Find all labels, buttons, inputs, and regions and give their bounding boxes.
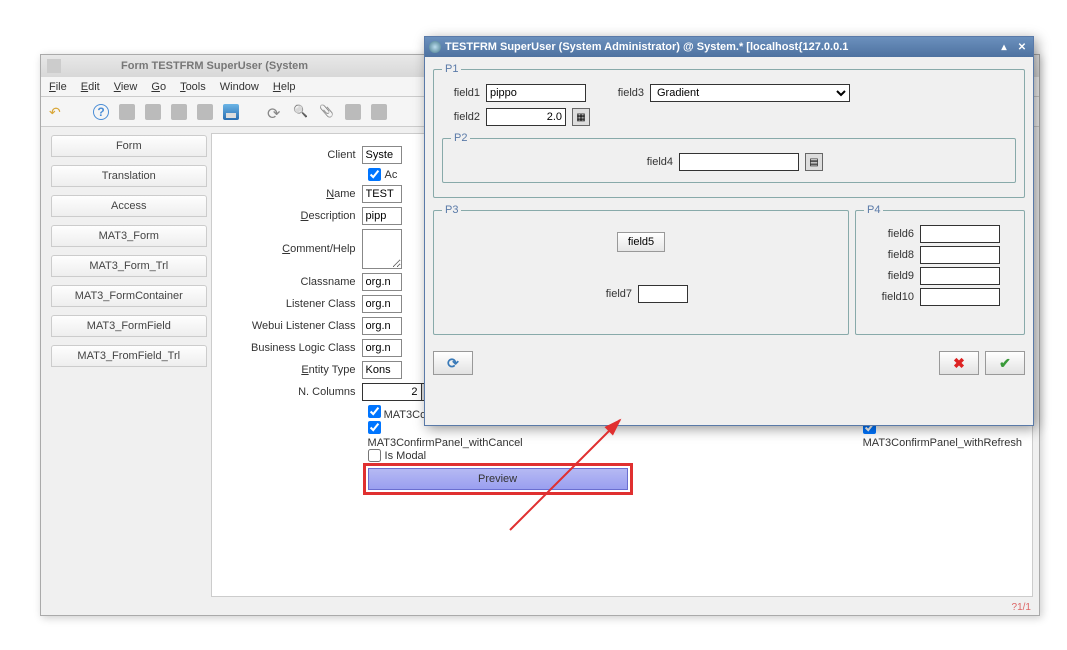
webui-listener-field[interactable] (362, 317, 402, 335)
field4-label: field4 (635, 156, 673, 168)
business-logic-label: Business Logic Class (222, 342, 362, 354)
p4-group: P4 field6 field8 field9 field10 (855, 204, 1025, 335)
menu-file[interactable]: File (49, 81, 67, 93)
field9-input[interactable] (920, 267, 1000, 285)
sidebar-item-mat3-formfield[interactable]: MAT3_FormField (51, 315, 207, 337)
field10-label: field10 (864, 291, 914, 303)
attachment-icon[interactable] (319, 104, 335, 120)
ok-button[interactable] (985, 351, 1025, 375)
undo-icon[interactable] (49, 104, 65, 120)
copy-icon[interactable] (145, 104, 161, 120)
field8-label: field8 (864, 249, 914, 261)
field8-input[interactable] (920, 246, 1000, 264)
webui-listener-label: Webui Listener Class (222, 320, 362, 332)
entity-type-label: Entity Type (222, 364, 362, 376)
menu-view[interactable]: View (114, 81, 138, 93)
confirm-panel-cancel-checkbox[interactable] (368, 421, 381, 434)
comment-field[interactable] (362, 229, 402, 269)
field3-label: field3 (606, 87, 644, 99)
entity-type-field[interactable] (362, 361, 402, 379)
rollup-icon[interactable]: ▴ (997, 40, 1011, 54)
p4-legend: P4 (864, 204, 883, 216)
p3-legend: P3 (442, 204, 461, 216)
field10-input[interactable] (920, 288, 1000, 306)
delete-icon[interactable] (171, 104, 187, 120)
field1-label: field1 (442, 87, 480, 99)
description-label: Description (222, 210, 362, 222)
ncolumns-label: N. Columns (222, 386, 362, 398)
name-field[interactable] (362, 185, 402, 203)
search-icon[interactable] (293, 104, 309, 120)
listener-label: Listener Class (222, 298, 362, 310)
calc-icon[interactable]: ▦ (572, 108, 590, 126)
preview-popup: TESTFRM SuperUser (System Administrator)… (424, 36, 1034, 426)
ncolumns-field[interactable] (362, 383, 422, 401)
lookup-icon[interactable]: ▤ (805, 153, 823, 171)
field9-label: field9 (864, 270, 914, 282)
sidebar: Form Translation Access MAT3_Form MAT3_F… (41, 127, 211, 597)
listener-field[interactable] (362, 295, 402, 313)
classname-label: Classname (222, 276, 362, 288)
is-modal-checkbox[interactable] (368, 449, 381, 462)
cancel-button[interactable] (939, 351, 979, 375)
confirm-panel-cancel-label: MAT3ConfirmPanel_withCancel (368, 437, 523, 449)
comment-label: Comment/Help (222, 243, 362, 255)
field5-button[interactable]: field5 (617, 232, 665, 252)
refresh-button[interactable] (433, 351, 473, 375)
client-label: Client (222, 149, 362, 161)
p2-group: P2 field4 ▤ (442, 132, 1016, 183)
menu-window[interactable]: Window (220, 81, 259, 93)
p3-group: P3 field5 field7 (433, 204, 849, 335)
help-icon[interactable] (93, 104, 109, 120)
field7-label: field7 (594, 288, 632, 300)
confirm-panel-refresh-label: MAT3ConfirmPanel_withRefresh (863, 437, 1022, 449)
field7-input[interactable] (638, 285, 688, 303)
sidebar-item-mat3-form[interactable]: MAT3_Form (51, 225, 207, 247)
business-logic-field[interactable] (362, 339, 402, 357)
menu-edit[interactable]: Edit (81, 81, 100, 93)
menu-tools[interactable]: Tools (180, 81, 206, 93)
system-menu-icon[interactable] (47, 59, 61, 73)
preview-button[interactable]: Preview (368, 468, 628, 490)
toolbar-icon-2[interactable] (371, 104, 387, 120)
confirm-panel-checkbox[interactable] (368, 405, 381, 418)
refresh-icon[interactable] (267, 104, 283, 120)
client-field[interactable] (362, 146, 402, 164)
sidebar-item-mat3-fromfield-trl[interactable]: MAT3_FromField_Trl (51, 345, 207, 367)
popup-title: TESTFRM SuperUser (System Administrator)… (445, 41, 993, 53)
name-label: Name (222, 188, 362, 200)
field6-label: field6 (864, 228, 914, 240)
sidebar-item-mat3-form-trl[interactable]: MAT3_Form_Trl (51, 255, 207, 277)
field6-input[interactable] (920, 225, 1000, 243)
status-bar: ?1/1 (1012, 602, 1031, 613)
p2-legend: P2 (451, 132, 470, 144)
menu-go[interactable]: Go (151, 81, 166, 93)
is-modal-label: Is Modal (385, 450, 427, 462)
popup-titlebar: TESTFRM SuperUser (System Administrator)… (425, 37, 1033, 57)
p1-group: P1 field1 field3 Gradient field2 ▦ P2 fiel… (433, 63, 1025, 198)
p1-legend: P1 (442, 63, 461, 75)
close-icon[interactable]: ✕ (1015, 40, 1029, 54)
save-icon[interactable] (223, 104, 239, 120)
menu-help[interactable]: Help (273, 81, 296, 93)
delete-selection-icon[interactable] (197, 104, 213, 120)
sidebar-item-mat3-formcontainer[interactable]: MAT3_FormContainer (51, 285, 207, 307)
field3-select[interactable]: Gradient (650, 84, 850, 102)
active-label: Ac (385, 169, 398, 181)
sidebar-item-translation[interactable]: Translation (51, 165, 207, 187)
description-field[interactable] (362, 207, 402, 225)
active-checkbox[interactable] (368, 168, 381, 181)
sidebar-item-form[interactable]: Form (51, 135, 207, 157)
field1-input[interactable] (486, 84, 586, 102)
field4-input[interactable] (679, 153, 799, 171)
toolbar-icon-1[interactable] (345, 104, 361, 120)
field2-input[interactable] (486, 108, 566, 126)
sidebar-item-access[interactable]: Access (51, 195, 207, 217)
new-icon[interactable] (119, 104, 135, 120)
classname-field[interactable] (362, 273, 402, 291)
popup-footer (425, 347, 1033, 383)
globe-icon (429, 41, 441, 53)
field2-label: field2 (442, 111, 480, 123)
